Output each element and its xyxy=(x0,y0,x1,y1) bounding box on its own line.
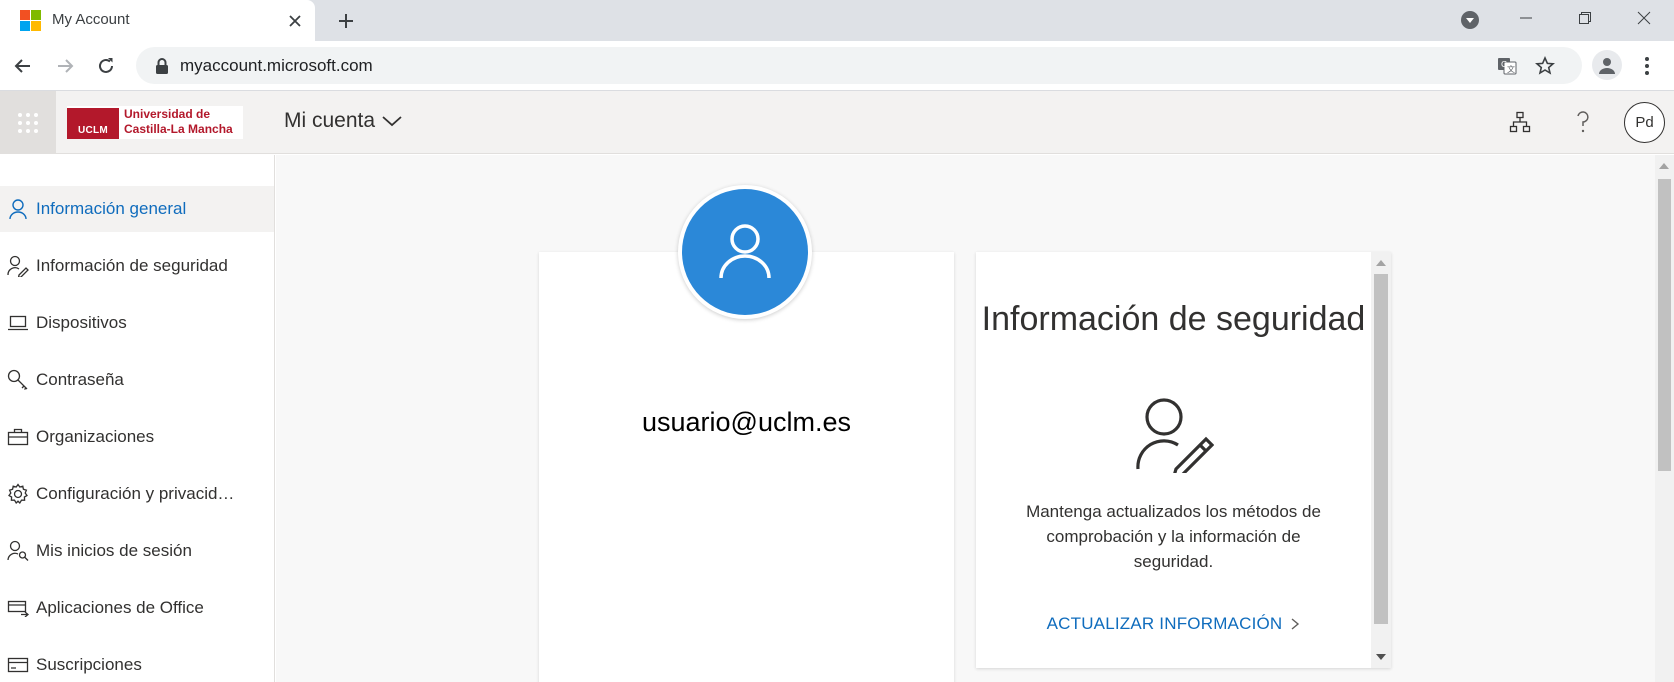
person-icon xyxy=(719,224,771,279)
briefcase-icon xyxy=(0,425,36,449)
browser-menu-icon[interactable] xyxy=(1636,53,1658,79)
sidebar-item-label: Dispositivos xyxy=(36,313,127,332)
sidebar-item-aplicaciones-office[interactable]: Aplicaciones de Office xyxy=(0,585,274,631)
browser-toolbar: myaccount.microsoft.com G文 xyxy=(0,41,1674,91)
tab-title: My Account xyxy=(52,11,130,28)
sidebar-item-label: Organizaciones xyxy=(36,427,155,446)
person-edit-icon xyxy=(1134,395,1215,478)
sidebar-item-suscripciones[interactable]: Suscripciones xyxy=(0,642,274,682)
main-content: usuario@uclm.es Información de seguridad… xyxy=(276,155,1655,682)
restore-icon[interactable] xyxy=(1571,6,1599,30)
office-apps-icon xyxy=(0,596,36,620)
browser-tab[interactable]: My Account xyxy=(0,0,315,41)
uclm-logo[interactable]: UCLM Universidad de Castilla-La Mancha xyxy=(67,106,243,139)
minimize-icon[interactable] xyxy=(1512,6,1540,30)
scroll-up-arrow-icon[interactable] xyxy=(1659,163,1669,169)
logo-line-2: Castilla-La Mancha xyxy=(124,122,233,136)
translate-icon[interactable]: G文 xyxy=(1496,55,1518,77)
back-icon[interactable] xyxy=(10,53,36,79)
sidebar-item-label: Aplicaciones de Office xyxy=(36,598,204,617)
address-bar[interactable]: myaccount.microsoft.com G文 xyxy=(136,47,1582,84)
sidebar-item-informacion-seguridad[interactable]: Información de seguridad xyxy=(0,243,274,289)
key-icon xyxy=(0,368,36,392)
gear-icon xyxy=(0,482,36,506)
help-icon[interactable] xyxy=(1568,107,1598,137)
chevron-right-icon xyxy=(1291,618,1300,630)
sidebar-item-configuracion-privacidad[interactable]: Configuración y privacidad xyxy=(0,471,274,517)
sidebar-nav: Información general Información de segur… xyxy=(0,155,275,682)
security-card-title: Información de seguridad xyxy=(981,300,1366,338)
sidebar-item-dispositivos[interactable]: Dispositivos xyxy=(0,300,274,346)
person-icon xyxy=(0,197,36,221)
sidebar-item-inicios-sesion[interactable]: Mis inicios de sesión xyxy=(0,528,274,574)
card-scroll-thumb[interactable] xyxy=(1374,274,1388,624)
url-text[interactable]: myaccount.microsoft.com xyxy=(180,56,373,76)
person-edit-icon xyxy=(0,254,36,278)
window-close-icon[interactable] xyxy=(1630,6,1658,30)
forward-icon[interactable] xyxy=(52,53,78,79)
card-scrollbar[interactable] xyxy=(1371,252,1391,668)
chevron-down-icon xyxy=(382,116,402,127)
page-scroll-thumb[interactable] xyxy=(1658,179,1671,471)
card-icon xyxy=(0,653,36,677)
app-launcher-icon[interactable] xyxy=(0,91,56,154)
security-info-card: Información de seguridad Mantenga actual… xyxy=(976,252,1391,668)
sidebar-item-contrasena[interactable]: Contraseña xyxy=(0,357,274,403)
logo-line-1: Universidad de xyxy=(124,107,211,121)
sidebar-item-label: Mis inicios de sesión xyxy=(36,541,192,560)
update-info-label: ACTUALIZAR INFORMACIÓN xyxy=(1046,614,1283,633)
browser-tab-strip: My Account xyxy=(0,0,1674,41)
tab-close-icon[interactable] xyxy=(283,9,307,33)
person-key-icon xyxy=(0,539,36,563)
tab-search-icon[interactable] xyxy=(1460,10,1480,30)
sidebar-item-label: Suscripciones xyxy=(36,655,142,674)
update-info-link[interactable]: ACTUALIZAR INFORMACIÓN xyxy=(976,614,1371,634)
sidebar-item-label: Configuración y privacidad xyxy=(36,484,236,503)
sidebar-item-label: Contraseña xyxy=(36,370,124,389)
sidebar-item-label: Información general xyxy=(36,199,187,218)
app-title: Mi cuenta xyxy=(284,109,376,132)
svg-text:文: 文 xyxy=(1507,64,1515,74)
profile-avatar[interactable] xyxy=(678,185,812,319)
profile-email: usuario@uclm.es xyxy=(642,407,851,437)
app-header: UCLM Universidad de Castilla-La Mancha M… xyxy=(0,91,1674,154)
logo-badge: UCLM xyxy=(67,108,119,139)
user-avatar[interactable]: Pd xyxy=(1624,102,1665,143)
scroll-down-arrow-icon[interactable] xyxy=(1376,654,1386,660)
sidebar-item-label: Información de seguridad xyxy=(36,256,228,275)
lock-icon[interactable] xyxy=(154,57,170,75)
new-tab-button[interactable] xyxy=(333,8,359,34)
page-scrollbar[interactable] xyxy=(1655,155,1674,682)
sidebar-item-organizaciones[interactable]: Organizaciones xyxy=(0,414,274,460)
browser-profile-icon[interactable] xyxy=(1592,50,1622,80)
scroll-up-arrow-icon[interactable] xyxy=(1376,260,1386,266)
app-title-dropdown[interactable]: Mi cuenta xyxy=(284,109,403,133)
logo-wordmark: Universidad de Castilla-La Mancha xyxy=(124,107,233,137)
laptop-icon xyxy=(0,311,36,335)
microsoft-logo-icon xyxy=(20,10,41,31)
bookmark-star-icon[interactable] xyxy=(1534,55,1556,77)
org-chart-icon[interactable] xyxy=(1505,107,1535,137)
security-card-description: Mantenga actualizados los métodos de com… xyxy=(1026,502,1321,571)
sidebar-item-informacion-general[interactable]: Información general xyxy=(0,186,274,232)
reload-icon[interactable] xyxy=(93,53,119,79)
